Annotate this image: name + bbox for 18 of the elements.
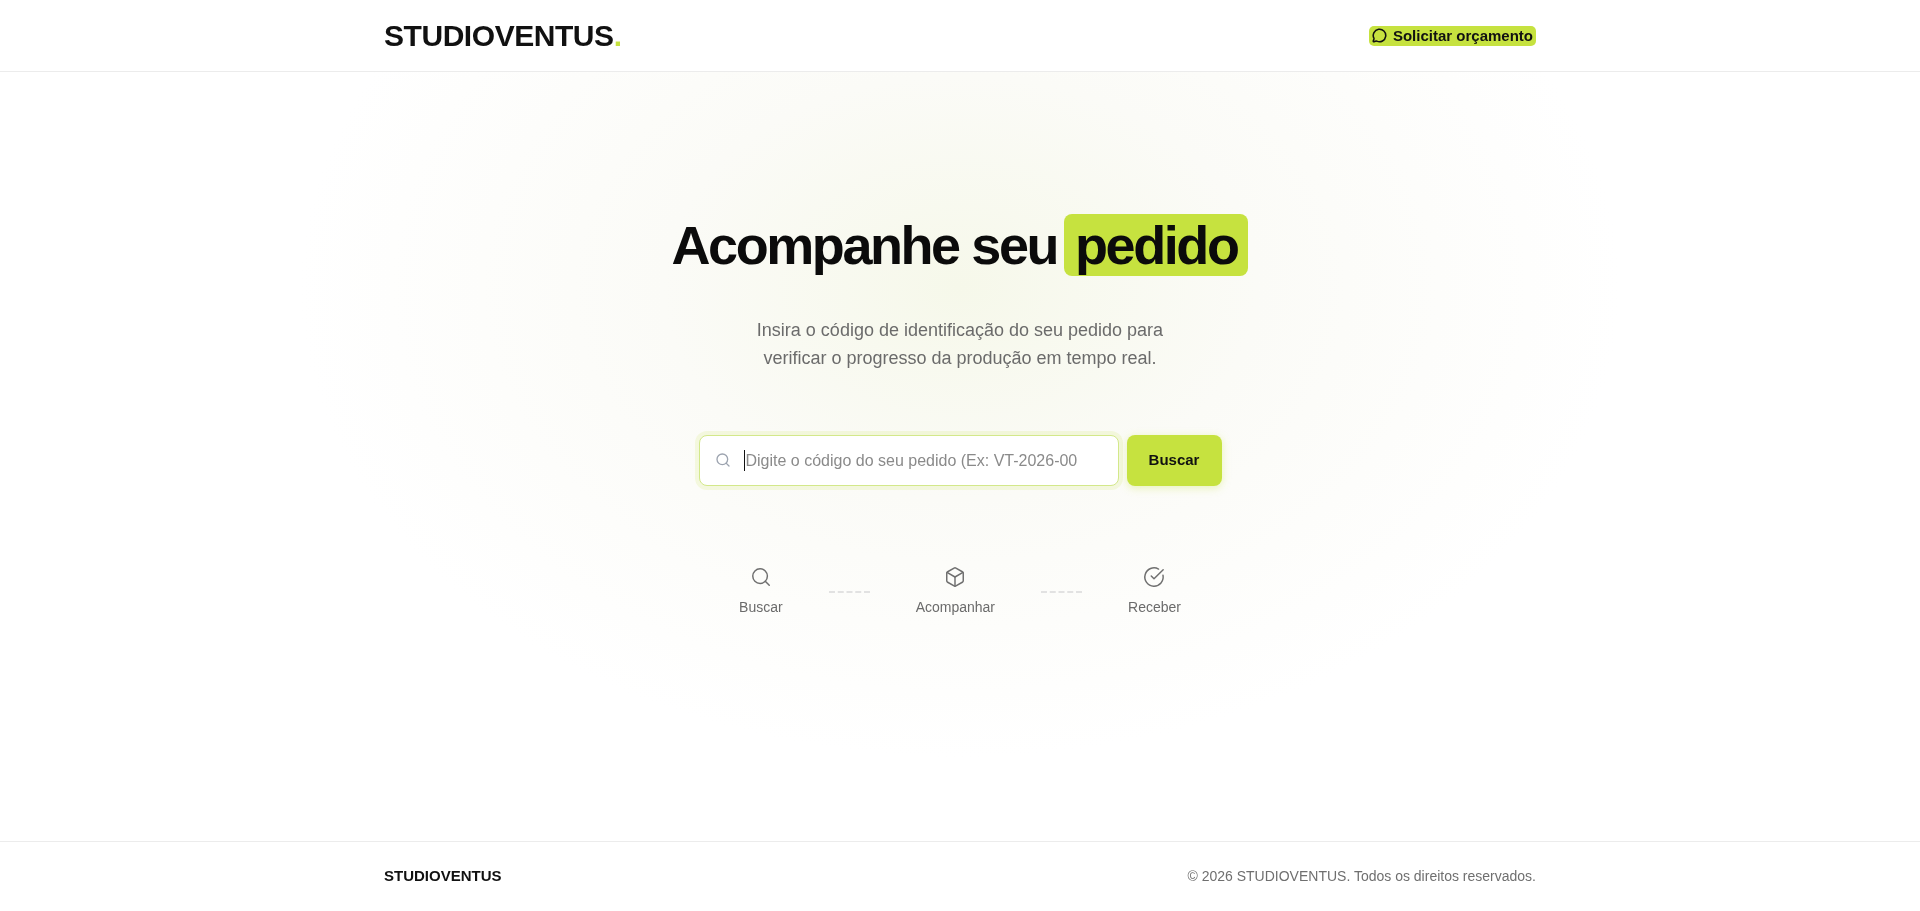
logo[interactable]: STUDIOVENTUS. <box>384 20 622 51</box>
request-quote-button[interactable]: Solicitar orçamento <box>1368 25 1536 46</box>
subtitle: Insira o código de identificação do seu pedido para verificar o progresso da produção em tempo real. <box>755 319 1165 370</box>
text-cursor <box>743 450 745 471</box>
footer-brand: STUDIOVENTUS <box>384 866 502 887</box>
copyright-text: © 2026 STUDIOVENTUS. Todos os direitos reservados. <box>1187 867 1536 886</box>
speech-bubble-icon <box>1371 28 1387 43</box>
cube-icon <box>944 566 967 588</box>
search-icon <box>749 566 772 588</box>
search-icon <box>714 452 731 468</box>
highlighted-word: pedido <box>1064 214 1249 276</box>
step-label: Receber <box>1128 598 1181 617</box>
search-field[interactable]: Digite o código do seu pedido (Ex: VT-2026-00 <box>698 435 1119 486</box>
page-title: Acompanhe seu <box>671 214 1058 276</box>
search-button[interactable]: Buscar <box>1126 435 1222 486</box>
check-circle-icon <box>1143 566 1166 588</box>
step-label: Buscar <box>739 598 783 617</box>
step-label: Acompanhar <box>915 598 995 617</box>
